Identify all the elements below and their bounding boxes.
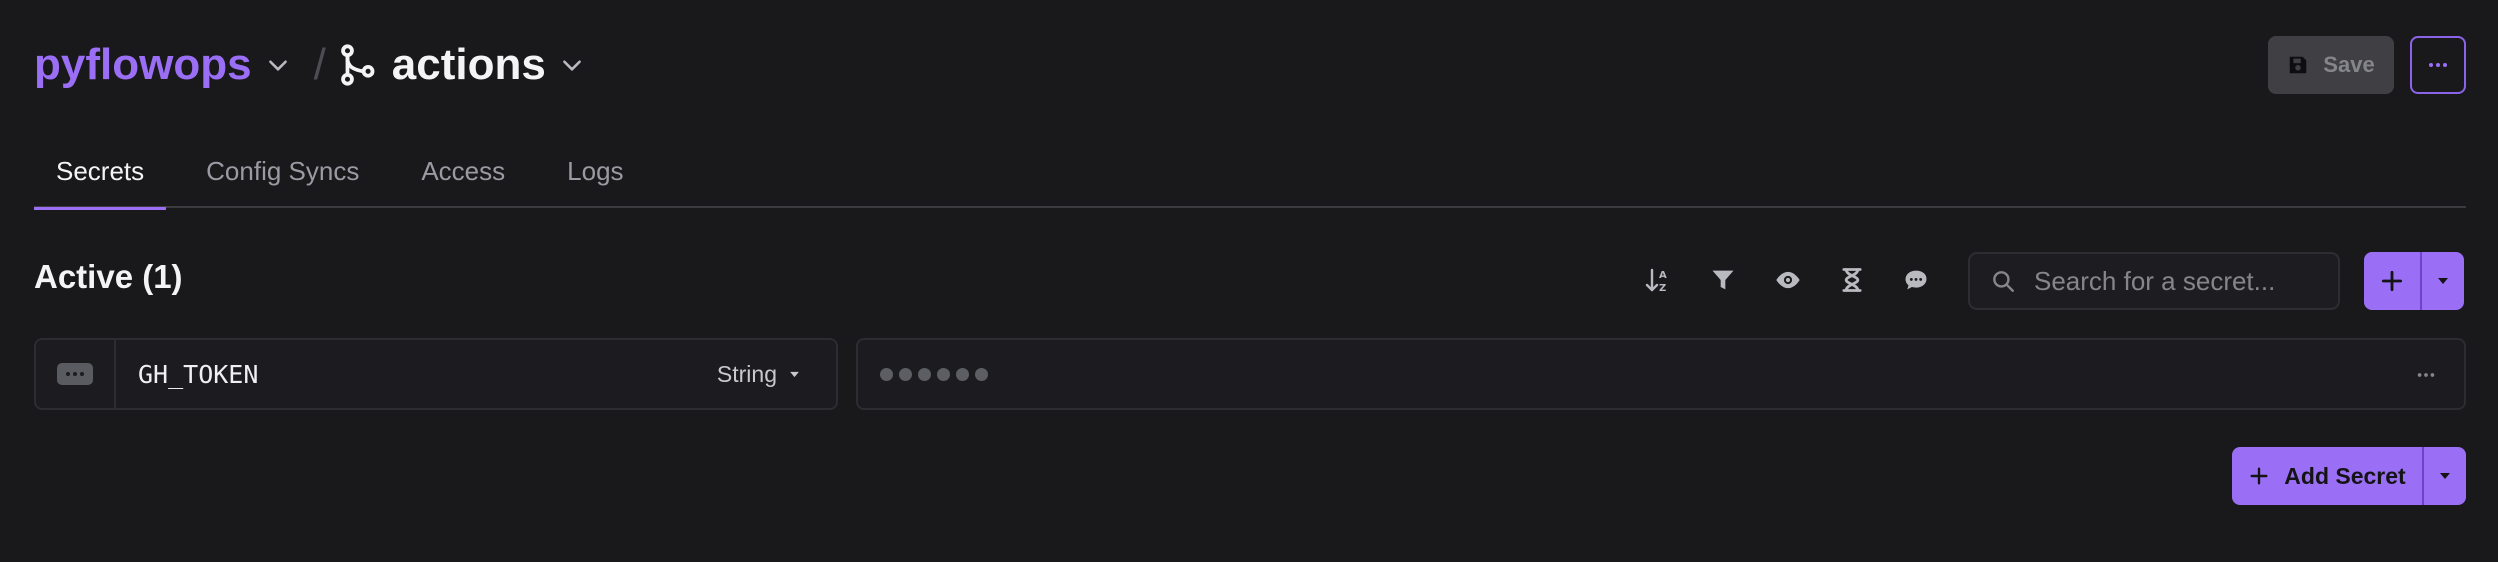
breadcrumb-separator: /	[313, 40, 326, 89]
ellipsis-icon	[57, 363, 93, 385]
section-title: Active (1)	[34, 258, 183, 295]
tab-secrets[interactable]: Secrets	[34, 150, 167, 210]
tab-access[interactable]: Access	[399, 150, 527, 208]
more-options-button[interactable]	[2410, 36, 2466, 94]
caret-down-icon	[2440, 473, 2450, 479]
add-secret-button[interactable]	[2364, 252, 2420, 310]
svg-text:A: A	[1659, 270, 1667, 281]
hourglass-icon[interactable]	[1834, 262, 1870, 298]
search-box	[1968, 252, 2340, 310]
ellipsis-icon	[2429, 63, 2447, 67]
add-secret-bottom-dropdown[interactable]	[2422, 447, 2466, 505]
filter-icon[interactable]	[1705, 262, 1741, 298]
svg-text:Z: Z	[1659, 283, 1666, 294]
git-branch-icon	[338, 44, 376, 86]
floppy-disk-icon	[2290, 56, 2307, 74]
tab-bar: Secrets Config Syncs Access Logs	[34, 150, 2466, 210]
search-input[interactable]	[2034, 265, 2324, 297]
secret-type-label: String	[716, 360, 777, 387]
save-button-label: Save	[2323, 52, 2375, 77]
value-options-button[interactable]	[2412, 362, 2440, 388]
ellipsis-icon	[2417, 373, 2435, 377]
add-secret-bottom-split-button: Add Secret	[2232, 447, 2466, 505]
masked-value	[880, 367, 988, 381]
caret-down-icon	[790, 371, 799, 377]
search-icon	[1993, 271, 2014, 292]
tab-logs[interactable]: Logs	[545, 150, 645, 208]
workspace-name[interactable]: pyflowops	[34, 40, 252, 90]
secret-key-cell: GH_TOKEN String	[34, 338, 838, 410]
plus-icon	[2250, 467, 2268, 485]
secret-name[interactable]: GH_TOKEN	[138, 360, 717, 389]
add-options-dropdown[interactable]	[2420, 252, 2464, 310]
add-secret-label: Add Secret	[2284, 462, 2406, 489]
eye-icon[interactable]	[1770, 262, 1806, 298]
tab-config-syncs[interactable]: Config Syncs	[184, 150, 381, 208]
sort-alpha-icon[interactable]: AZ	[1640, 262, 1676, 298]
secret-row-menu[interactable]	[36, 340, 116, 408]
add-secret-bottom-button[interactable]: Add Secret	[2232, 447, 2422, 505]
chevron-down-icon[interactable]	[552, 45, 592, 85]
secret-value-cell[interactable]	[856, 338, 2466, 410]
plus-icon	[2381, 270, 2403, 292]
project-name[interactable]: actions	[392, 40, 546, 90]
add-secret-split-button	[2364, 252, 2464, 310]
save-button[interactable]: Save	[2268, 36, 2394, 94]
breadcrumb: pyflowops / actions	[34, 30, 592, 100]
chevron-down-icon[interactable]	[258, 45, 298, 85]
comment-icon[interactable]	[1898, 262, 1934, 298]
caret-down-icon	[2438, 278, 2448, 284]
secret-type-select[interactable]: String	[717, 361, 800, 388]
